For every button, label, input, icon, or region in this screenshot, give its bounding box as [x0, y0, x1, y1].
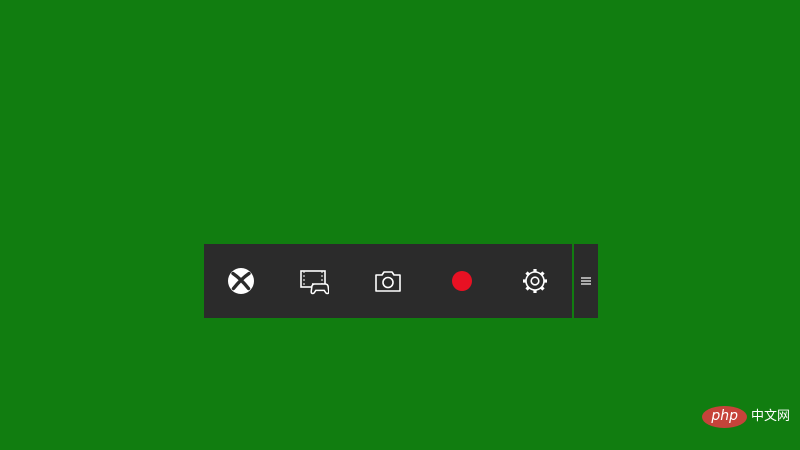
screen-controller-icon	[299, 267, 330, 295]
game-bar	[204, 244, 598, 318]
xbox-logo-icon	[227, 267, 255, 295]
drag-handle[interactable]	[574, 244, 598, 318]
screenshot-button[interactable]	[351, 244, 425, 318]
settings-button[interactable]	[498, 244, 572, 318]
drag-handle-icon	[581, 277, 591, 285]
broadcast-button[interactable]	[278, 244, 352, 318]
watermark: php 中文网	[702, 406, 790, 428]
watermark-logo: php	[702, 406, 747, 428]
camera-icon	[374, 268, 402, 294]
game-bar-buttons	[204, 244, 572, 318]
gear-icon	[521, 267, 549, 295]
watermark-text: 中文网	[750, 409, 790, 424]
record-dot-icon	[451, 270, 473, 292]
xbox-button[interactable]	[204, 244, 278, 318]
record-button[interactable]	[425, 244, 499, 318]
